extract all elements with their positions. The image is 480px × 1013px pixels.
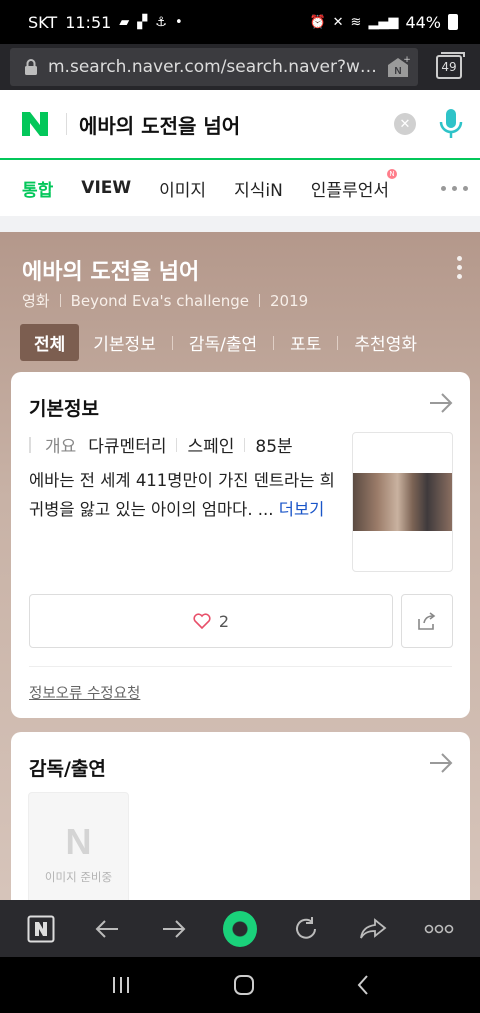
more-menu-button[interactable] bbox=[422, 912, 456, 946]
browser-address-bar: m.search.naver.com/search.naver?wher... … bbox=[0, 44, 480, 90]
mute-icon: ✕ bbox=[332, 14, 344, 30]
movie-subtabs: 전체 기본정보 감독/출연 포토 추천영화 bbox=[20, 324, 431, 361]
svg-text:+: + bbox=[403, 55, 410, 65]
more-icon bbox=[424, 924, 454, 933]
arrow-right-icon bbox=[162, 919, 186, 938]
cast-heading: 감독/출연 bbox=[29, 758, 106, 780]
green-dot-button[interactable] bbox=[222, 910, 257, 947]
naver-logo[interactable] bbox=[20, 110, 50, 138]
tab-influencer-label: 인플루언서 bbox=[310, 180, 389, 201]
signal-icon: ▂▄▆ bbox=[368, 14, 399, 30]
subtab-recommended[interactable]: 추천영화 bbox=[340, 324, 431, 361]
url-text: m.search.naver.com/search.naver?wher... bbox=[48, 57, 378, 77]
movie-category: 영화 bbox=[22, 292, 50, 310]
tab-count: 49 bbox=[441, 60, 457, 74]
green-dot-icon bbox=[222, 910, 257, 947]
message-icon: ▰ bbox=[119, 14, 130, 30]
clear-search-button[interactable]: ✕ bbox=[394, 113, 416, 135]
search-tabs: 통합 VIEW 이미지 지식iN 인플루언서 N bbox=[0, 160, 480, 216]
tab-all[interactable]: 통합 bbox=[22, 176, 53, 201]
tab-view[interactable]: VIEW bbox=[81, 178, 131, 198]
more-options-icon[interactable] bbox=[457, 256, 462, 279]
system-nav-bar bbox=[0, 957, 480, 1013]
movie-year: 2019 bbox=[270, 291, 309, 310]
back-button[interactable] bbox=[90, 912, 124, 946]
heart-icon bbox=[193, 613, 211, 629]
arrow-right-icon[interactable] bbox=[428, 392, 454, 414]
new-badge: N bbox=[387, 168, 397, 179]
movie-english-title: Beyond Eva's challenge bbox=[70, 291, 249, 310]
back-icon[interactable] bbox=[356, 974, 370, 996]
arrow-left-icon bbox=[96, 919, 119, 938]
search-divider bbox=[66, 113, 67, 135]
battery-level: 44% bbox=[405, 12, 441, 32]
genre: 다큐멘터리 bbox=[88, 437, 167, 457]
app-notification-icon: ▞ bbox=[137, 14, 148, 30]
refresh-icon bbox=[296, 916, 317, 939]
share-icon bbox=[418, 612, 436, 630]
wifi-icon: ≋ bbox=[350, 14, 362, 30]
basic-info-card: 기본정보 개요 다큐멘터리 스페인 85분 에바는 전 세계 411명만이 가진… bbox=[11, 372, 470, 718]
movie-poster[interactable] bbox=[352, 432, 453, 572]
subtab-photos[interactable]: 포토 bbox=[276, 324, 335, 361]
poster-image bbox=[353, 473, 452, 531]
home-icon[interactable] bbox=[233, 974, 255, 996]
movie-meta: 영화 Beyond Eva's challenge 2019 bbox=[22, 290, 308, 311]
svg-text:N: N bbox=[394, 66, 401, 77]
battery-icon bbox=[448, 14, 458, 30]
share-arrow-icon bbox=[359, 917, 386, 938]
naver-n-icon bbox=[27, 915, 55, 942]
image-preparing-text: 이미지 준비중 bbox=[44, 870, 113, 884]
subtab-all[interactable]: 전체 bbox=[20, 324, 80, 361]
search-header: 에바의 도전을 넘어 ✕ bbox=[0, 90, 480, 160]
section-gap bbox=[0, 216, 480, 232]
share-button[interactable] bbox=[401, 594, 453, 648]
anchor-icon: ⚓ bbox=[155, 14, 167, 30]
divider bbox=[29, 666, 452, 667]
report-error-link[interactable]: 정보오류 수정요청 bbox=[29, 682, 140, 703]
dot-icon: • bbox=[174, 14, 183, 30]
like-button[interactable]: 2 bbox=[29, 594, 393, 648]
subtab-cast[interactable]: 감독/출연 bbox=[175, 324, 271, 361]
refresh-button[interactable] bbox=[289, 912, 323, 946]
naver-home-icon[interactable]: N + bbox=[386, 55, 410, 79]
movie-title: 에바의 도전을 넘어 bbox=[22, 260, 200, 285]
overview-line: 개요 다큐멘터리 스페인 85분 bbox=[29, 432, 293, 457]
movie-description: 에바는 전 세계 411명만이 가진 덴트라는 희귀병을 앓고 있는 아이의 엄… bbox=[29, 466, 337, 524]
close-icon: ✕ bbox=[399, 116, 411, 132]
tab-knowledge-in[interactable]: 지식iN bbox=[234, 176, 283, 201]
browser-toolbar bbox=[0, 900, 480, 957]
runtime: 85분 bbox=[255, 437, 293, 457]
naver-placeholder-icon: N bbox=[65, 821, 92, 862]
naver-home-button[interactable] bbox=[24, 912, 58, 946]
basic-info-heading: 기본정보 bbox=[29, 398, 99, 420]
url-field[interactable]: m.search.naver.com/search.naver?wher... … bbox=[10, 48, 418, 86]
subtab-basic-info[interactable]: 기본정보 bbox=[79, 324, 170, 361]
arrow-right-icon[interactable] bbox=[428, 752, 454, 774]
tab-influencer[interactable]: 인플루언서 N bbox=[310, 168, 397, 201]
naver-n-icon bbox=[22, 112, 48, 136]
more-tabs-icon[interactable] bbox=[441, 186, 468, 191]
tab-switcher-button[interactable]: 49 bbox=[436, 52, 465, 79]
country: 스페인 bbox=[187, 437, 235, 457]
status-bar: SKT 11:51 ▰ ▞ ⚓ • ⏰ ✕ ≋ ▂▄▆ 44% bbox=[0, 0, 480, 44]
recent-apps-icon[interactable] bbox=[110, 975, 132, 995]
voice-search-icon[interactable] bbox=[438, 107, 464, 141]
share-toolbar-button[interactable] bbox=[356, 912, 390, 946]
carrier: SKT bbox=[28, 12, 58, 32]
cast-card: 감독/출연 N 이미지 준비중 bbox=[11, 732, 470, 900]
more-link[interactable]: 더보기 bbox=[279, 500, 325, 519]
overview-label: 개요 bbox=[45, 437, 77, 457]
search-input[interactable]: 에바의 도전을 넘어 bbox=[79, 110, 394, 139]
movie-panel: 에바의 도전을 넘어 영화 Beyond Eva's challenge 201… bbox=[0, 232, 480, 900]
forward-button[interactable] bbox=[157, 912, 191, 946]
alarm-icon: ⏰ bbox=[309, 14, 326, 30]
tab-images[interactable]: 이미지 bbox=[159, 176, 206, 201]
lock-icon bbox=[25, 59, 37, 75]
like-count: 2 bbox=[218, 611, 230, 631]
clock: 11:51 bbox=[65, 12, 112, 32]
cast-member-placeholder[interactable]: N 이미지 준비중 bbox=[28, 792, 129, 900]
